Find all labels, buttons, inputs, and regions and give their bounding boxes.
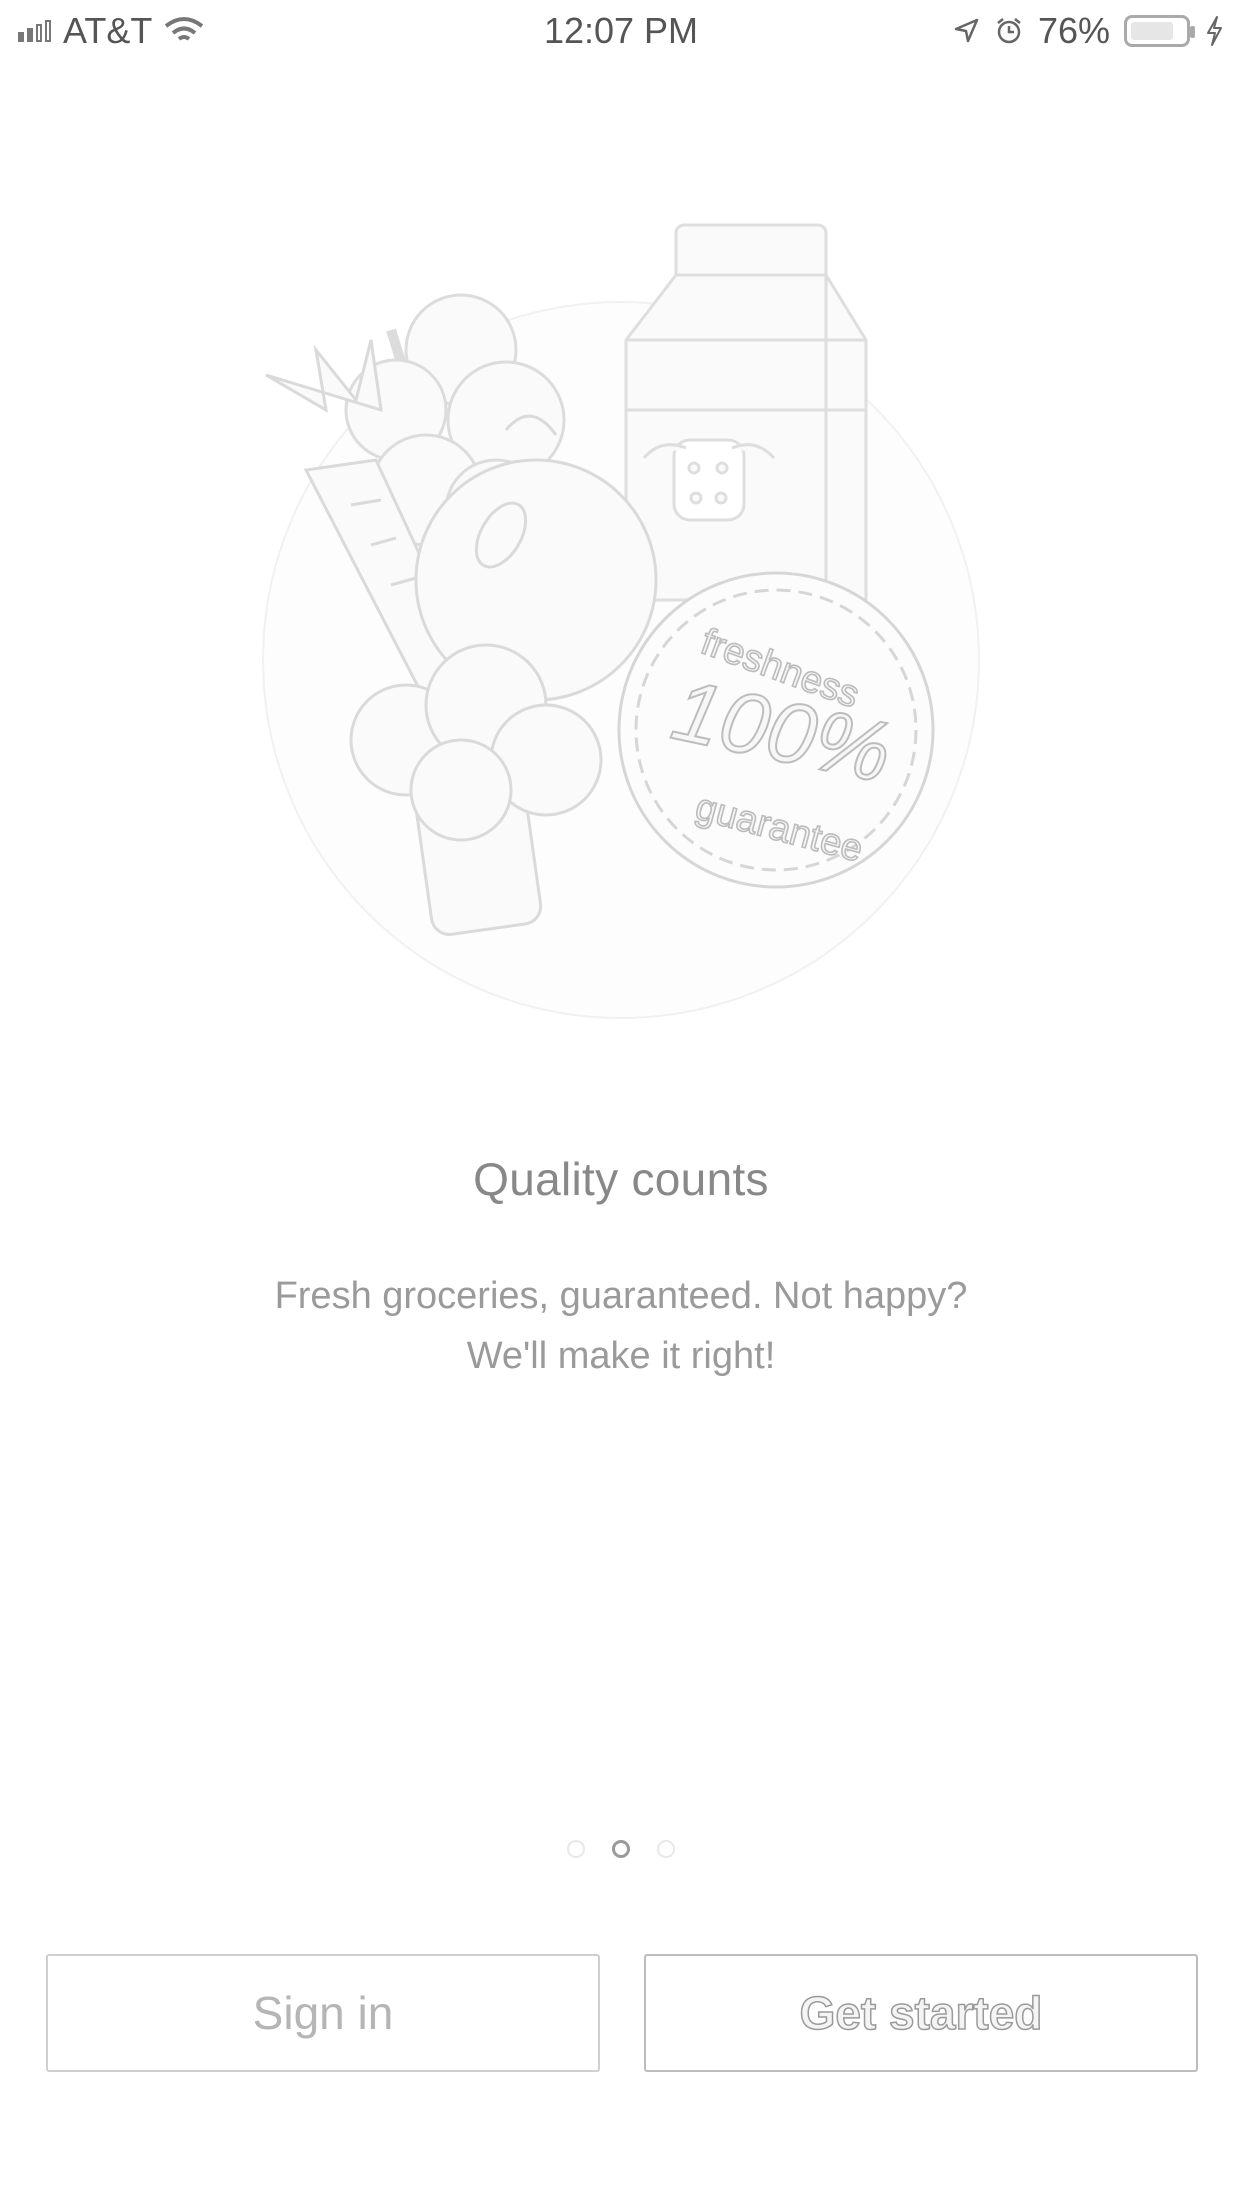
onboarding-body: Fresh groceries, guaranteed. Not happy? … [274, 1275, 968, 1377]
sign-in-button[interactable]: Sign in [46, 1954, 600, 2072]
status-left: AT&T [0, 10, 204, 52]
battery-percent: 76% [1037, 10, 1110, 51]
groceries-illustration: freshness 100% guarantee [262, 223, 980, 1019]
battery-icon [1124, 15, 1195, 47]
status-right: 76% [952, 10, 1242, 52]
page-indicator [0, 1840, 1242, 1858]
page-dot-3[interactable] [657, 1840, 675, 1858]
get-started-button[interactable]: Get started [644, 1954, 1198, 2072]
page-dot-1[interactable] [567, 1840, 585, 1858]
page-dot-2[interactable] [612, 1840, 630, 1858]
onboarding-title: Quality counts [473, 1153, 769, 1205]
signal-icon [18, 20, 51, 42]
alarm-icon [997, 18, 1021, 44]
status-bar: AT&T 12:07 PM 76% [0, 0, 1242, 62]
wifi-icon [165, 17, 204, 41]
charging-bolt-icon [1207, 16, 1222, 46]
carrier-label: AT&T [63, 10, 153, 51]
milk-carton-icon [624, 223, 868, 602]
location-arrow-icon [954, 18, 979, 43]
